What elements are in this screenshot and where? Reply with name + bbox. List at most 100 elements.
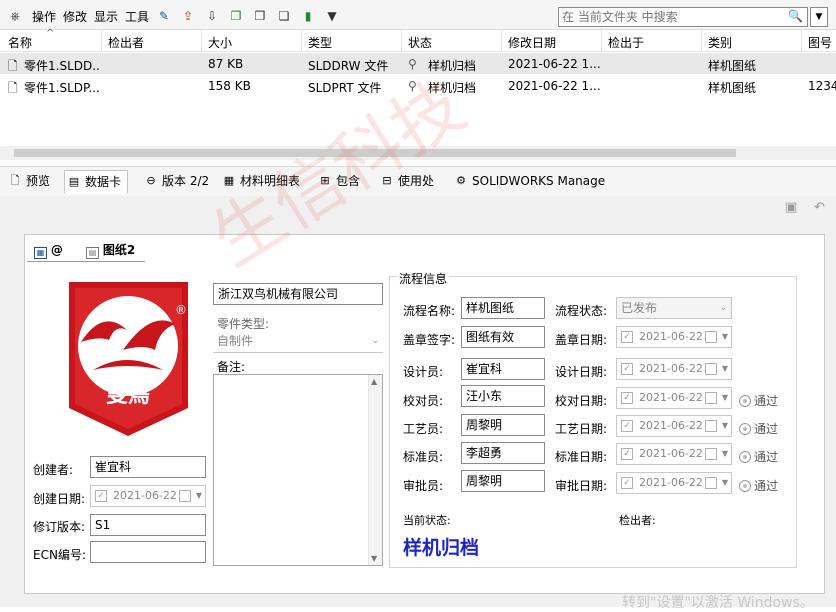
approve-date-field[interactable]: ✓ 2021-06-22 ▼ bbox=[616, 472, 732, 494]
copy-tree-icon[interactable]: ❐ bbox=[228, 8, 244, 24]
flow-state-select[interactable]: 已发布 ⌄ bbox=[616, 297, 732, 319]
company-logo: ® 雙鳥 bbox=[63, 280, 194, 438]
search-dropdown-button[interactable]: ▼ bbox=[810, 7, 828, 27]
approver-field[interactable]: 周黎明 bbox=[461, 470, 545, 492]
manage-icon: ⚙ bbox=[456, 174, 466, 187]
stamp-date-field[interactable]: ✓ 2021-06-22 ▼ bbox=[616, 326, 732, 348]
created-date-field[interactable]: ✓ 2021-06-22 ▼ bbox=[90, 485, 206, 507]
pin-icon[interactable]: ✎ bbox=[156, 8, 172, 24]
card-tab-at[interactable]: ▦ @ bbox=[34, 241, 63, 261]
get-latest-icon[interactable]: ❒ bbox=[252, 8, 268, 24]
card-tab-drawing[interactable]: ▤ 图纸2 bbox=[86, 241, 135, 261]
table-row[interactable]: 🗋 零件1.SLDD... 87 KB SLDDRW 文件 ⚲ 样机归档 202… bbox=[0, 53, 836, 74]
approve-date-label: 审批日期: bbox=[555, 479, 608, 493]
flow-name-field[interactable]: 样机图纸 bbox=[461, 297, 545, 319]
date-checkbox[interactable]: ✓ bbox=[95, 490, 107, 502]
approver-pass-radio[interactable]: 通过 bbox=[739, 477, 778, 494]
tab-manage[interactable]: ⚙ SOLIDWORKS Manage bbox=[452, 170, 605, 194]
designer-label: 设计员: bbox=[403, 365, 444, 379]
checked-out-label: 检出者: bbox=[619, 514, 656, 527]
chevron-down-icon: ⌄ bbox=[719, 303, 727, 313]
col-checked-by[interactable]: 检出者 bbox=[108, 34, 144, 51]
check-out-icon[interactable]: ⇪ bbox=[180, 8, 196, 24]
designer-field[interactable]: 崔宜科 bbox=[461, 358, 545, 380]
calendar-icon bbox=[705, 477, 717, 489]
process-date-field[interactable]: ✓ 2021-06-22 ▼ bbox=[616, 415, 732, 437]
col-checked-at[interactable]: 检出于 bbox=[608, 34, 644, 51]
search-input[interactable] bbox=[559, 8, 769, 26]
check-date-field[interactable]: ✓ 2021-06-22 ▼ bbox=[616, 387, 732, 409]
tab-contains[interactable]: ⊞ 包含 bbox=[316, 170, 360, 194]
undo-icon[interactable]: ↶ bbox=[814, 200, 830, 216]
col-category[interactable]: 类别 bbox=[708, 34, 732, 51]
workflow-icon[interactable]: ▮ bbox=[300, 8, 316, 24]
remark-textarea[interactable]: ▲ ▼ bbox=[213, 374, 383, 566]
state-icon: ⚲ bbox=[408, 57, 417, 71]
save-icon[interactable]: ▣ bbox=[785, 200, 801, 216]
ecn-field[interactable] bbox=[90, 541, 206, 563]
cell-modified: 2021-06-22 1... bbox=[508, 57, 601, 71]
search-icon[interactable]: 🔍 bbox=[788, 9, 803, 23]
standard-field[interactable]: 李超勇 bbox=[461, 442, 545, 464]
stamp-field[interactable]: 图纸有效 bbox=[461, 326, 545, 348]
tab-where-used[interactable]: ⊟ 使用处 bbox=[378, 170, 434, 194]
approver-label: 审批员: bbox=[403, 479, 444, 493]
tab-preview[interactable]: 🗋 预览 bbox=[6, 170, 50, 194]
checker-field[interactable]: 汪小东 bbox=[461, 385, 545, 407]
checker-label: 校对员: bbox=[403, 394, 444, 408]
cell-type: SLDDRW 文件 bbox=[308, 59, 389, 73]
check-in-icon[interactable]: ⇩ bbox=[204, 8, 220, 24]
col-state[interactable]: 状态 bbox=[408, 34, 432, 51]
cell-category: 样机图纸 bbox=[708, 59, 757, 73]
calendar-icon[interactable] bbox=[179, 490, 191, 502]
calendar-icon bbox=[705, 448, 717, 460]
process-pass-radio[interactable]: 通过 bbox=[739, 420, 778, 437]
menu-display[interactable]: 显示 bbox=[94, 8, 118, 25]
company-field[interactable]: 浙江双鸟机械有限公司 bbox=[213, 283, 383, 305]
checker-pass-radio[interactable]: 通过 bbox=[739, 392, 778, 409]
ecn-label: ECN编号: bbox=[33, 548, 86, 562]
flow-title: 流程信息 bbox=[397, 270, 450, 287]
standard-pass-radio[interactable]: 通过 bbox=[739, 448, 778, 465]
revision-field[interactable]: S1 bbox=[90, 514, 206, 536]
col-type[interactable]: 类型 bbox=[308, 34, 332, 51]
table-row[interactable]: 🗋 零件1.SLDP... 158 KB SLDPRT 文件 ⚲ 样机归档 20… bbox=[0, 75, 836, 96]
col-drawing-no[interactable]: 图号 bbox=[808, 34, 832, 51]
search-box[interactable]: 🔍 bbox=[558, 7, 808, 27]
scroll-up-icon: ▲ bbox=[371, 377, 378, 386]
undo-checkout-icon[interactable]: ❏ bbox=[276, 8, 292, 24]
cell-state: 样机归档 bbox=[428, 59, 477, 73]
chevron-down-icon: ▼ bbox=[721, 478, 728, 487]
tab-datacard[interactable]: ▤ 数据卡 bbox=[64, 170, 129, 194]
menu-operate[interactable]: 操作 bbox=[32, 8, 56, 25]
part-type-select[interactable]: 自制件 ⌄ bbox=[213, 331, 383, 353]
horizontal-scrollbar-thumb[interactable] bbox=[14, 149, 736, 157]
cell-modified: 2021-06-22 1... bbox=[508, 79, 601, 93]
chevron-down-icon: ▼ bbox=[721, 421, 728, 430]
design-date-field[interactable]: ✓ 2021-06-22 ▼ bbox=[616, 358, 732, 380]
chevron-down-icon[interactable]: ▼ bbox=[196, 486, 202, 506]
col-name[interactable]: 名称 bbox=[8, 34, 32, 51]
date-checkbox: ✓ bbox=[621, 392, 633, 404]
menu-modify[interactable]: 修改 bbox=[63, 8, 87, 25]
state-icon: ⚲ bbox=[408, 79, 417, 93]
standard-date-field[interactable]: ✓ 2021-06-22 ▼ bbox=[616, 443, 732, 465]
process-field[interactable]: 周黎明 bbox=[461, 414, 545, 436]
tab-bom[interactable]: ▦ 材料明细表 bbox=[220, 170, 300, 194]
calendar-icon bbox=[705, 420, 717, 432]
menu-tools[interactable]: 工具 bbox=[125, 8, 149, 25]
date-checkbox: ✓ bbox=[621, 331, 633, 343]
col-size[interactable]: 大小 bbox=[208, 34, 232, 51]
os-activation-watermark: 转到"设置"以激活 Windows。 bbox=[622, 595, 814, 611]
revision-label: 修订版本: bbox=[33, 520, 86, 534]
current-state-label: 当前状态: bbox=[403, 514, 451, 527]
creator-field[interactable]: 崔宜科 bbox=[90, 456, 206, 478]
tab-version[interactable]: ⊖ 版本 2/2 bbox=[142, 170, 209, 194]
check-date-label: 校对日期: bbox=[555, 394, 608, 408]
col-modified[interactable]: 修改日期 bbox=[508, 34, 556, 51]
vault-icon[interactable]: ⎈ bbox=[7, 8, 23, 24]
scroll-down-icon: ▼ bbox=[371, 554, 378, 563]
more-dropdown-icon[interactable]: ▼ bbox=[324, 8, 340, 24]
remark-scrollbar[interactable]: ▲ ▼ bbox=[368, 375, 382, 565]
calendar-icon bbox=[705, 392, 717, 404]
